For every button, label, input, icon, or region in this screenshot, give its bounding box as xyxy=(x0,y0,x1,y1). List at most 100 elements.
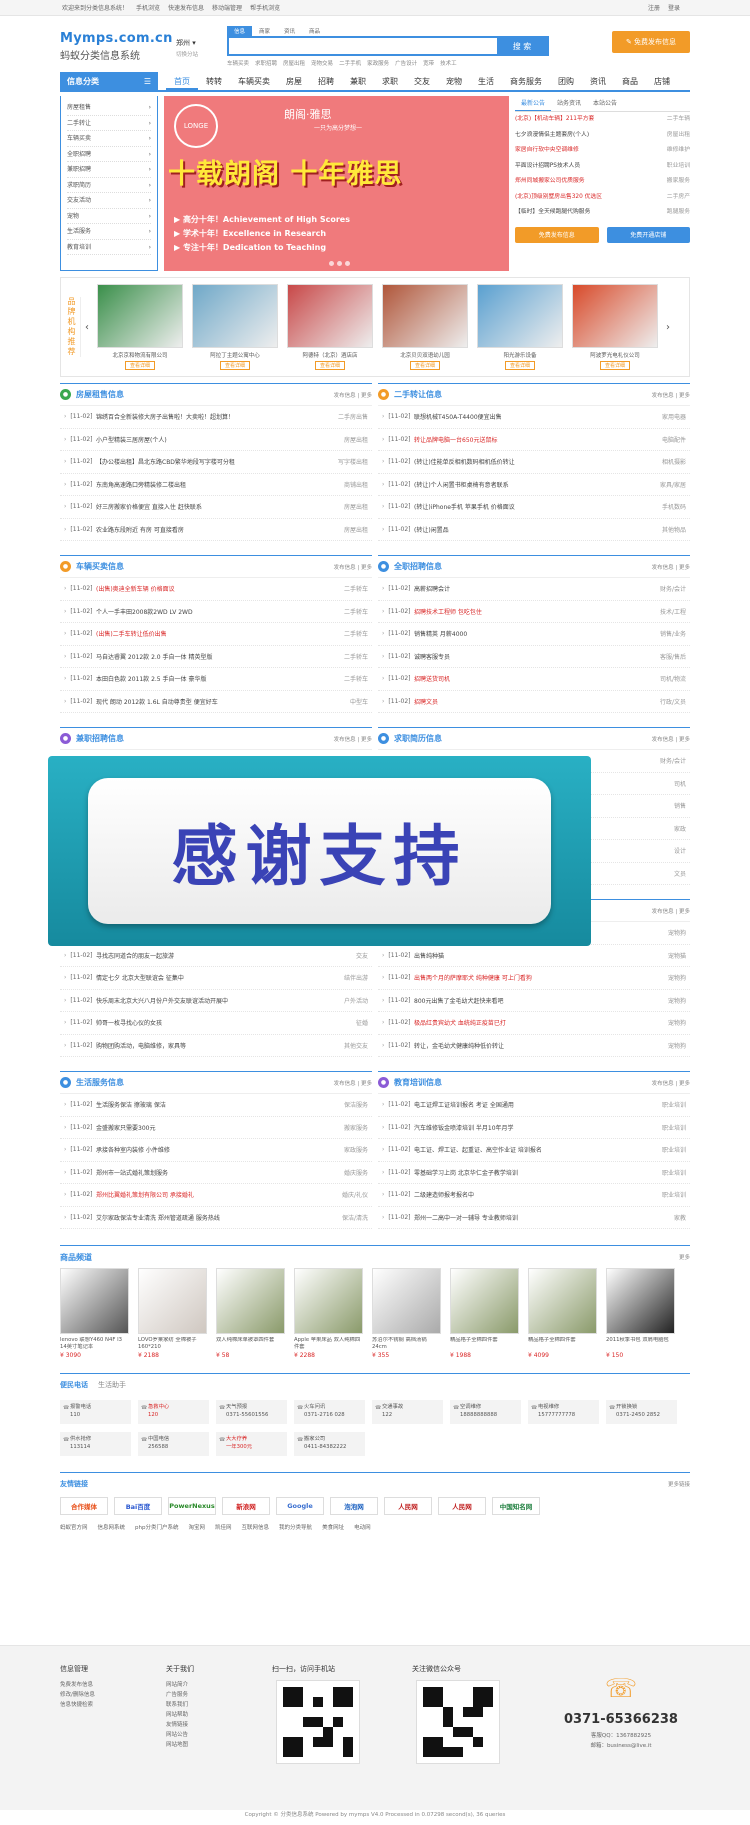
row-category[interactable]: 二手房出售 xyxy=(324,412,372,421)
brand-card[interactable]: 阿波罗光电礼仪公司 查看详细 xyxy=(572,284,658,370)
row-category[interactable]: 宠物猫 xyxy=(642,951,690,960)
row-category[interactable]: 职业培训 xyxy=(642,1123,690,1132)
panel-row[interactable]: [11-02]现代 朗动 2012款 1.6L 自动尊贵型 便宜好车中型车 xyxy=(60,691,372,713)
row-category[interactable]: 保洁服务 xyxy=(324,1100,372,1109)
brand-tag[interactable]: 查看详细 xyxy=(599,361,630,370)
row-category[interactable]: 家具/家居 xyxy=(642,480,690,489)
panel-row[interactable]: [11-02]郑州比翼婚礼策划有限公司 承接婚礼婚庆/礼仪 xyxy=(60,1184,372,1207)
row-category[interactable]: 设计 xyxy=(642,846,690,855)
phone-card[interactable]: 报警电话 110 xyxy=(60,1400,131,1424)
row-title[interactable]: 个人一手丰田2008款2WD LV 2WD xyxy=(96,607,324,616)
panel-row[interactable]: [11-02]联想机械T450A-T4400便宜出售家用电器 xyxy=(378,406,690,429)
nav-item[interactable]: 团购 xyxy=(550,74,582,90)
panel-more[interactable]: 发布信息 | 更多 xyxy=(652,1079,690,1087)
row-title[interactable]: 招聘技术工程师 包吃包住 xyxy=(414,607,642,616)
panel-more[interactable]: 发布信息 | 更多 xyxy=(334,563,372,571)
banner-dot[interactable] xyxy=(345,261,350,266)
footer-link[interactable]: 友情链接 xyxy=(166,1720,272,1730)
panel-row[interactable]: [11-02]800元出售了金毛幼犬赶快来看吧宠物狗 xyxy=(378,990,690,1012)
brand-card[interactable]: 北京京和物流有限公司 查看详细 xyxy=(97,284,183,370)
panel-row[interactable]: [11-02]招聘文员行政/文员 xyxy=(378,691,690,713)
panel-row[interactable]: [11-02]艾尔家政保洁专业清洗 郑州管道疏通 服务热线保洁/清洗 xyxy=(60,1207,372,1229)
search-tab-news[interactable]: 资讯 xyxy=(277,26,302,36)
row-title[interactable]: 金盛搬家只需要300元 xyxy=(96,1123,324,1132)
row-category[interactable]: 销售/业务 xyxy=(642,629,690,638)
row-title[interactable]: 快乐周末北京大兴八月份户外交友联谊活动开展中 xyxy=(96,996,324,1005)
row-title[interactable]: 电工证焊工证培训报名 考证 全国通用 xyxy=(414,1100,642,1109)
row-title[interactable]: 本田白色款 2011款 2.5 手自一体 豪华版 xyxy=(96,674,324,683)
panel-row[interactable]: [11-02]农业路东段附近 有房 可直接看房房屋出租 xyxy=(60,519,372,541)
goods-item[interactable]: 2011秋季书包 双肩电脑包 ¥ 150 xyxy=(606,1268,675,1359)
panel-row[interactable]: [11-02](转让)个人闲置书柜桌椅有意者联系家具/家居 xyxy=(378,474,690,496)
nav-item[interactable]: 交友 xyxy=(406,74,438,90)
panel-more[interactable]: 发布信息 | 更多 xyxy=(334,391,372,399)
phone-card[interactable]: 搬家公司 0411-84382222 xyxy=(294,1432,365,1456)
panel-row[interactable]: [11-02]高薪招聘会计财务/会计 xyxy=(378,578,690,601)
footer-link[interactable]: 网站地图 xyxy=(166,1740,272,1750)
row-category[interactable]: 婚庆服务 xyxy=(324,1168,372,1177)
row-category[interactable]: 宠物狗 xyxy=(642,928,690,937)
row-title[interactable]: 极品红贵宾幼犬 血统纯正疫苗已打 xyxy=(414,1018,642,1027)
row-category[interactable]: 宠物狗 xyxy=(642,973,690,982)
top-link[interactable]: 帮手机浏览 xyxy=(250,5,280,12)
friend-link-logo[interactable]: 合作媒体 xyxy=(60,1497,108,1515)
friend-link-logo[interactable]: 人民网 xyxy=(438,1497,486,1515)
friend-link-text[interactable]: 美食网址 xyxy=(322,1525,344,1531)
row-title[interactable]: 生活服务保洁 擦玻璃 保洁 xyxy=(96,1100,324,1109)
search-tab-info[interactable]: 信息 xyxy=(227,26,253,36)
row-title[interactable]: 销售精英 月薪4000 xyxy=(414,629,642,638)
friend-link-logo[interactable]: Google xyxy=(276,1497,324,1515)
register-link[interactable]: 注册 xyxy=(648,5,660,12)
row-title[interactable]: 零基础学习上岗 北京华仁金子教学培训 xyxy=(414,1168,642,1177)
panel-row[interactable]: [11-02](转让)佳能单反相机数码相机低价转让相机摄影 xyxy=(378,451,690,474)
row-title[interactable]: 招聘文员 xyxy=(414,697,642,706)
row-category[interactable]: 交友 xyxy=(324,951,372,960)
nav-item[interactable]: 车辆买卖 xyxy=(230,74,278,90)
news-item[interactable]: 家居自行软中央空调维修 维修维护 xyxy=(515,143,690,159)
hot-keyword[interactable]: 求职招聘 xyxy=(255,61,277,67)
login-link[interactable]: 登录 xyxy=(668,5,680,12)
panel-row[interactable]: [11-02]【办公楼出租】昌北东路CBD繁华地段写字楼可分租写字楼出租 xyxy=(60,451,372,474)
row-category[interactable]: 户外活动 xyxy=(324,996,372,1005)
row-category[interactable]: 二手轿车 xyxy=(324,584,372,593)
row-category[interactable]: 宠物狗 xyxy=(642,996,690,1005)
nav-item[interactable]: 店铺 xyxy=(646,74,678,90)
brand-card[interactable]: 阳光游乐设备 查看详细 xyxy=(477,284,563,370)
row-title[interactable]: 情定七夕 北京大型联谊会 征集中 xyxy=(96,973,324,982)
row-category[interactable]: 职业培训 xyxy=(642,1100,690,1109)
hot-keyword[interactable]: 车辆买卖 xyxy=(227,61,249,67)
panel-row[interactable]: [11-02]转让品牌电脑一台650元送鼠标电脑配件 xyxy=(378,429,690,451)
panel-more[interactable]: 发布信息 | 更多 xyxy=(652,563,690,571)
phone-card[interactable]: 大大疗养一年300元 xyxy=(216,1432,287,1456)
hot-keyword[interactable]: 家政服务 xyxy=(367,61,389,67)
news-item[interactable]: 【临时】全天候跑腿代购服务 跑腿服务 xyxy=(515,205,690,221)
row-category[interactable]: 职业培训 xyxy=(642,1168,690,1177)
news-tab[interactable]: 最新公告 xyxy=(515,96,552,111)
panel-row[interactable]: [11-02]锦绣百合全新装修大房子出售啦！大卖啦！超划算！二手房出售 xyxy=(60,406,372,429)
panel-more[interactable]: 发布信息 | 更多 xyxy=(652,735,690,743)
tab-helper[interactable]: 生活助手 xyxy=(98,1380,126,1390)
panel-row[interactable]: [11-02]招聘技术工程师 包吃包住技术/工程 xyxy=(378,601,690,623)
panel-more[interactable]: 发布信息 | 更多 xyxy=(334,735,372,743)
tab-phones[interactable]: 便民电话 xyxy=(60,1380,88,1390)
phone-card[interactable]: 空调维修 18888888888 xyxy=(450,1400,521,1424)
top-link[interactable]: 移动端管理 xyxy=(212,5,242,12)
row-category[interactable]: 财务/会计 xyxy=(642,584,690,593)
panel-row[interactable]: [11-02]购物团购活动，电脑维修，家具等其他交友 xyxy=(60,1035,372,1057)
row-category[interactable]: 保洁/清洗 xyxy=(324,1213,372,1222)
brand-tag[interactable]: 查看详细 xyxy=(124,361,155,370)
friend-link-text[interactable]: 信息网系统 xyxy=(98,1525,126,1531)
footer-link[interactable]: 网站简介 xyxy=(166,1680,272,1690)
nav-item[interactable]: 招聘 xyxy=(310,74,342,90)
goods-item[interactable]: Apple 苹果床品 双人纯棉四件套 ¥ 2288 xyxy=(294,1268,363,1359)
hot-keyword[interactable]: 技术工 xyxy=(440,61,457,67)
row-title[interactable]: 二级建造师报考报名中 xyxy=(414,1190,642,1199)
open-store-button[interactable]: 免费开通店铺 xyxy=(606,226,690,243)
panel-row[interactable]: [11-02]情定七夕 北京大型联谊会 征集中结伴出游 xyxy=(60,967,372,990)
panel-more[interactable]: 发布信息 | 更多 xyxy=(652,391,690,399)
row-title[interactable]: 锦绣百合全新装修大房子出售啦！大卖啦！超划算！ xyxy=(96,412,324,421)
row-category[interactable]: 手机数码 xyxy=(642,502,690,511)
nav-item[interactable]: 转转 xyxy=(198,74,230,90)
row-title[interactable]: 【办公楼出租】昌北东路CBD繁华地段写字楼可分租 xyxy=(96,457,324,466)
goods-item[interactable]: 苏泊尔不锈钢 高档汤锅24cm ¥ 355 xyxy=(372,1268,441,1359)
